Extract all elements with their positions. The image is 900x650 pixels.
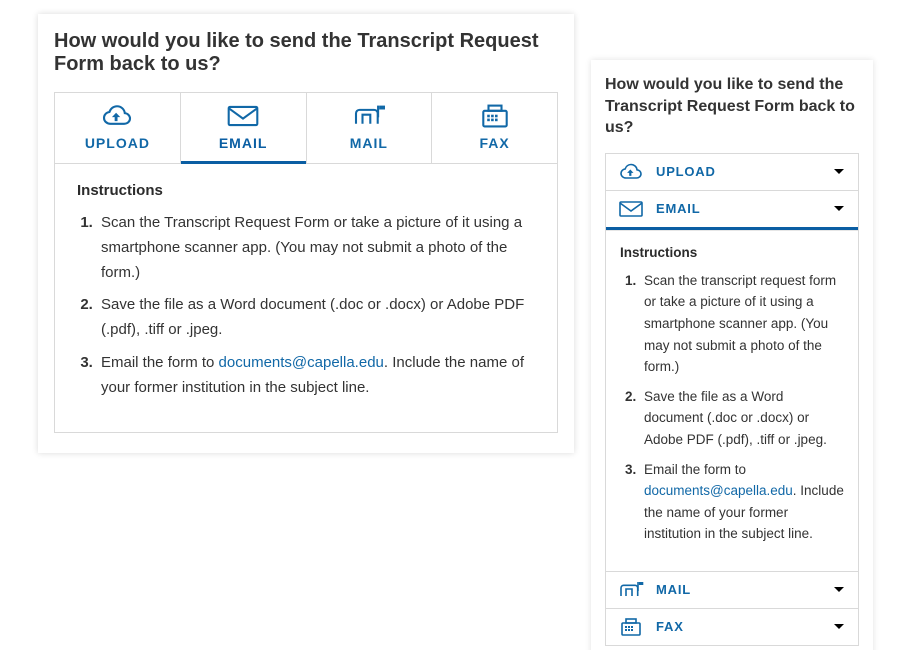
tab-upload-label: UPLOAD [85, 135, 150, 151]
accordion-toggle-mail[interactable]: MAIL [606, 572, 858, 608]
fax-icon [618, 617, 644, 637]
tab-fax-label: FAX [480, 135, 510, 151]
envelope-icon [226, 103, 260, 129]
tab-email-content: Instructions Scan the Transcript Request… [54, 164, 558, 433]
instruction-step: Save the file as a Word document (.doc o… [640, 386, 844, 451]
instruction-text: Email the form to [101, 354, 219, 371]
cloud-upload-icon [618, 162, 644, 182]
accordion-mail-label: MAIL [656, 582, 691, 597]
accordion-upload-label: UPLOAD [656, 164, 716, 179]
tab-fax[interactable]: FAX [432, 93, 557, 163]
cloud-upload-icon [100, 103, 134, 129]
transcript-accordion: UPLOAD EMAIL Instructions Scan the trans… [605, 153, 859, 646]
instruction-text: Email the form to [644, 462, 746, 477]
instructions-list: Scan the transcript request form or take… [620, 270, 844, 545]
panel-heading: How would you like to send the Transcrip… [54, 30, 558, 76]
documents-email-link[interactable]: documents@capella.edu [644, 483, 793, 498]
panel-heading: How would you like to send the Transcrip… [605, 74, 859, 139]
chevron-down-icon [832, 620, 846, 634]
accordion-item-upload: UPLOAD [606, 154, 858, 190]
accordion-item-mail: MAIL [606, 571, 858, 608]
accordion-email-label: EMAIL [656, 201, 700, 216]
tab-email-label: EMAIL [219, 135, 268, 151]
mailbox-icon [618, 580, 644, 600]
instructions-heading: Instructions [77, 182, 535, 199]
accordion-toggle-fax[interactable]: FAX [606, 609, 858, 645]
accordion-email-content: Instructions Scan the transcript request… [606, 230, 858, 571]
chevron-down-icon [832, 202, 846, 216]
transcript-tabs: UPLOAD EMAIL MAIL FAX [54, 92, 558, 164]
accordion-fax-label: FAX [656, 619, 684, 634]
transcript-send-accordion-panel: How would you like to send the Transcrip… [591, 60, 873, 650]
tab-mail-label: MAIL [350, 135, 388, 151]
tab-email[interactable]: EMAIL [181, 93, 307, 163]
accordion-item-fax: FAX [606, 608, 858, 645]
instruction-step: Email the form to documents@capella.edu.… [97, 351, 535, 401]
tab-mail[interactable]: MAIL [307, 93, 433, 163]
instructions-list: Scan the Transcript Request Form or take… [77, 211, 535, 400]
tab-upload[interactable]: UPLOAD [55, 93, 181, 163]
fax-icon [478, 103, 512, 129]
instruction-step: Scan the transcript request form or take… [640, 270, 844, 378]
accordion-item-email: EMAIL Instructions Scan the transcript r… [606, 190, 858, 571]
documents-email-link[interactable]: documents@capella.edu [219, 354, 384, 371]
accordion-toggle-email[interactable]: EMAIL [606, 191, 858, 230]
transcript-send-tabs-panel: How would you like to send the Transcrip… [38, 14, 574, 453]
chevron-down-icon [832, 165, 846, 179]
instruction-step: Scan the Transcript Request Form or take… [97, 211, 535, 285]
mailbox-icon [352, 103, 386, 129]
envelope-icon [618, 199, 644, 219]
accordion-toggle-upload[interactable]: UPLOAD [606, 154, 858, 190]
instructions-heading: Instructions [620, 245, 844, 260]
chevron-down-icon [832, 583, 846, 597]
instruction-step: Save the file as a Word document (.doc o… [97, 293, 535, 343]
instruction-step: Email the form to documents@capella.edu.… [640, 459, 844, 545]
